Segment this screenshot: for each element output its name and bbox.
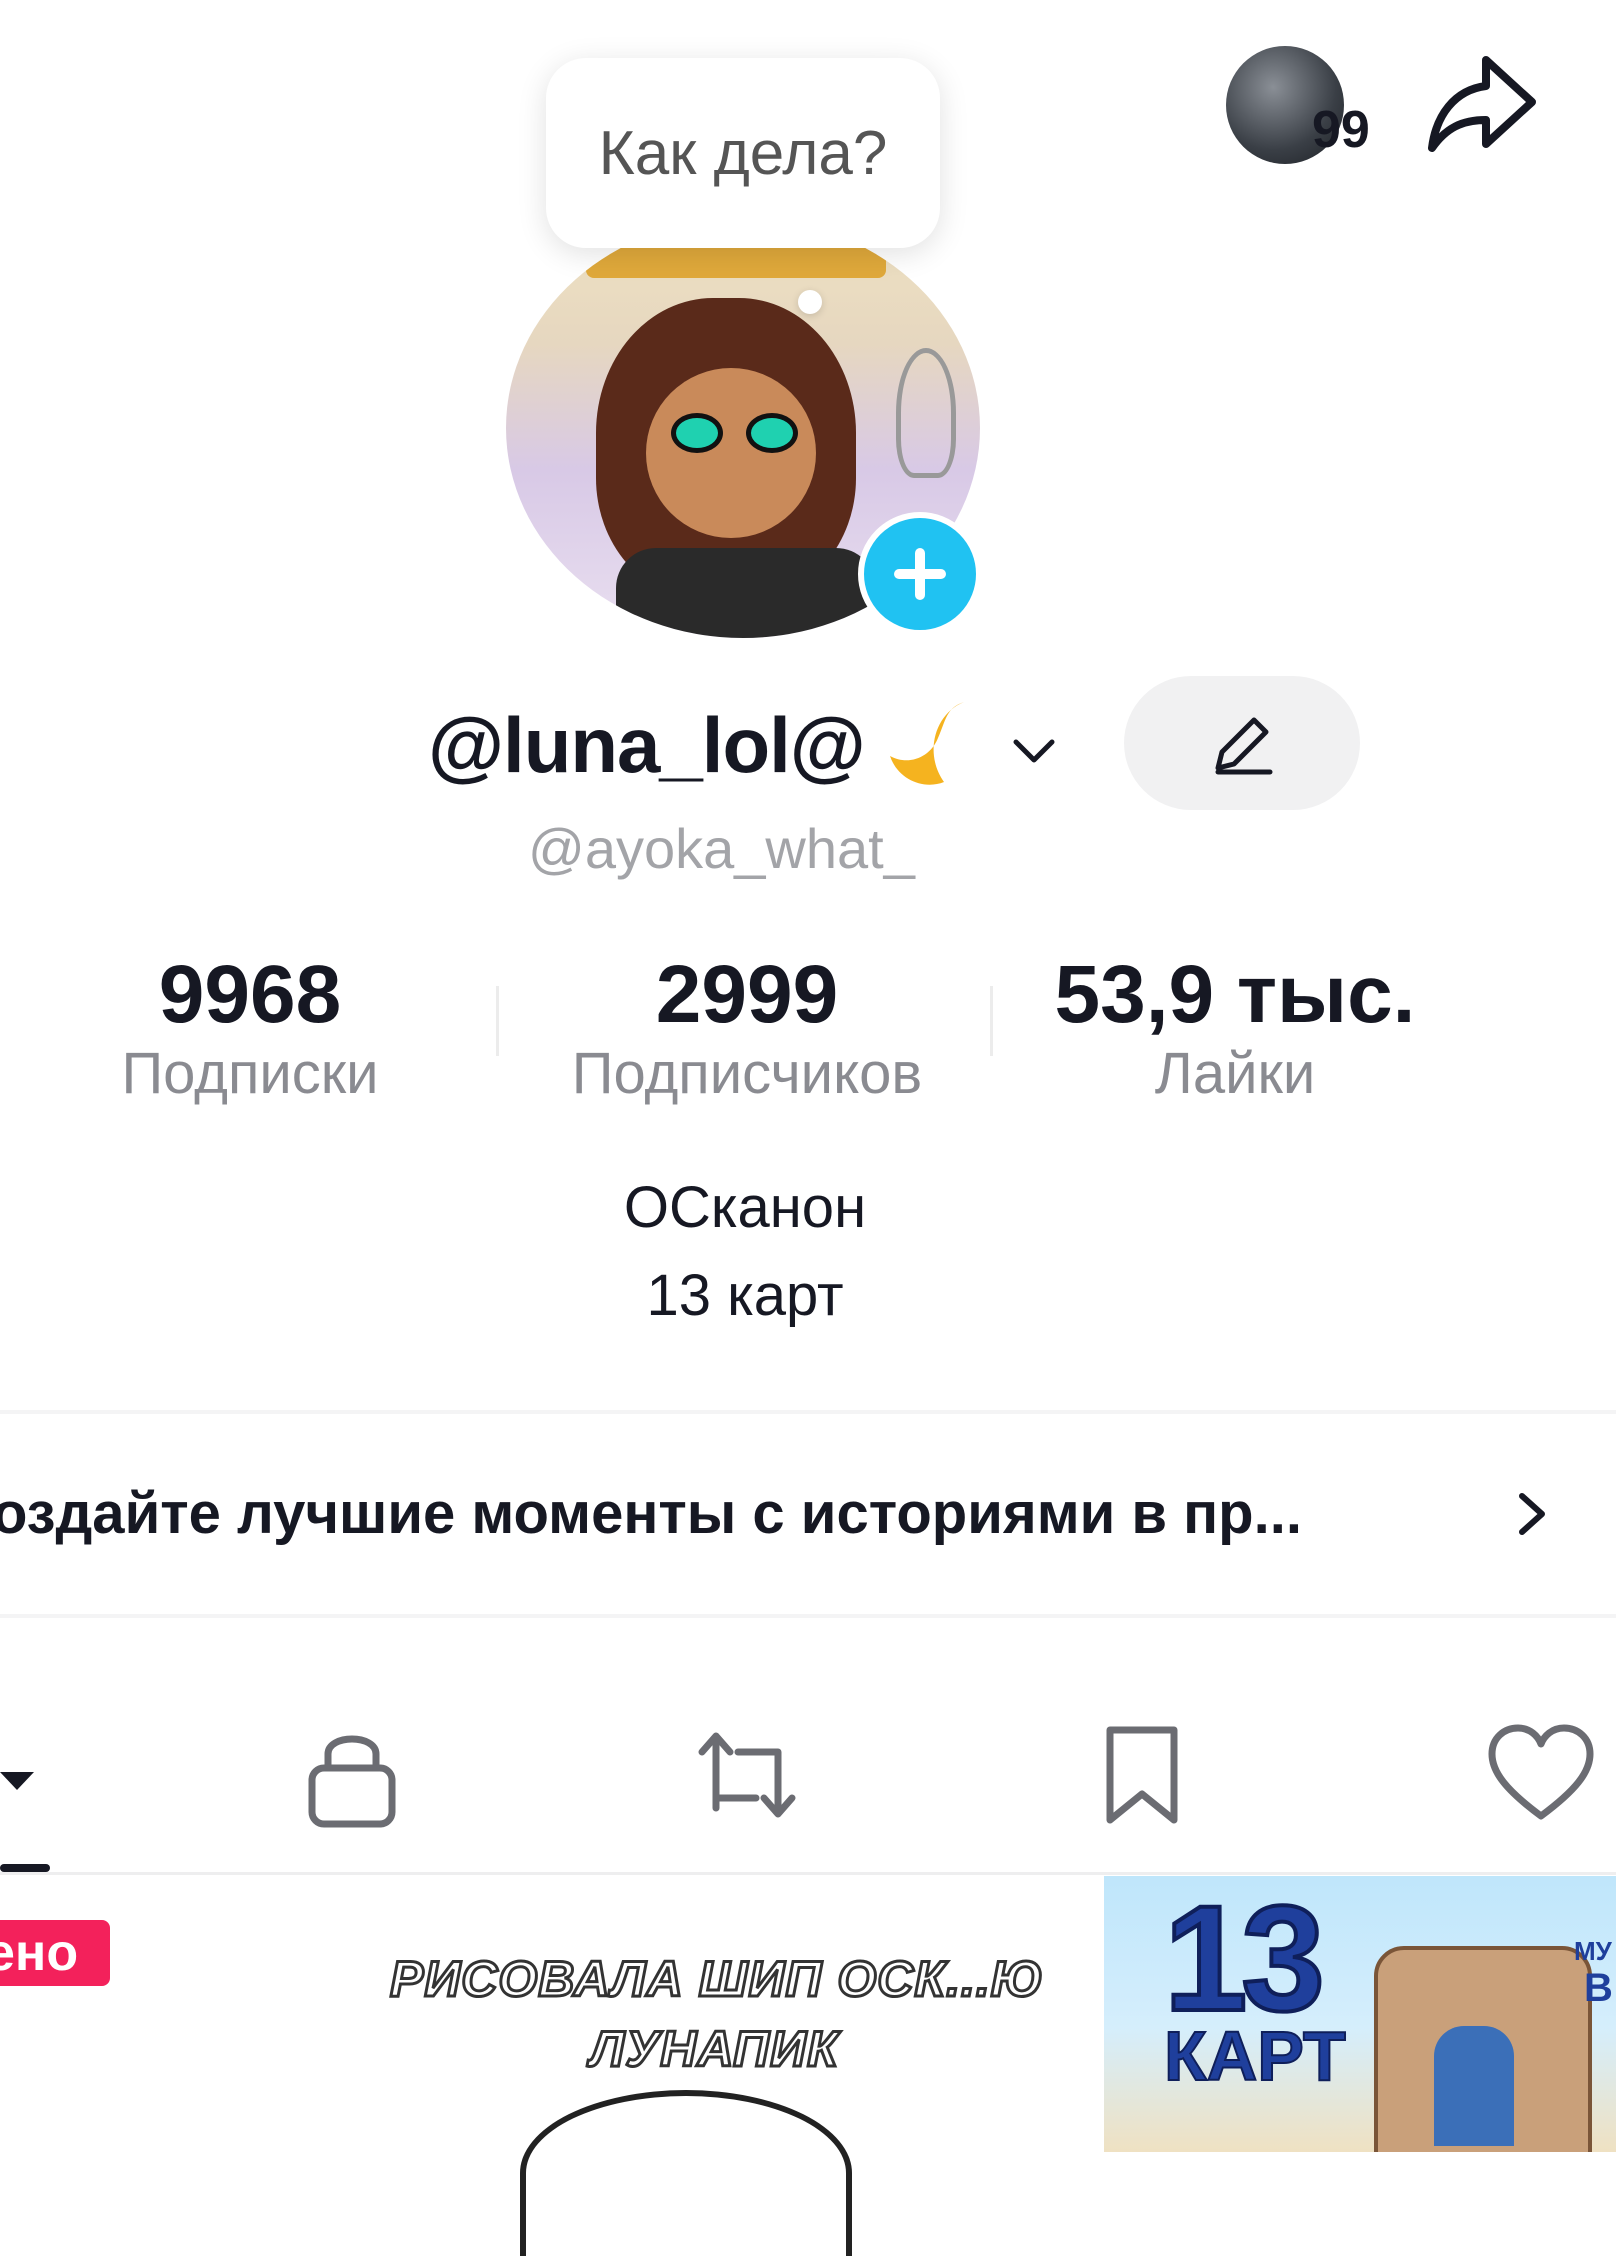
status-bubble-tail [798,290,822,314]
heart-icon[interactable] [1486,1720,1596,1830]
avatar-eye [746,413,798,453]
pinned-label: ено [0,1924,79,1982]
following-count[interactable]: 9968 [60,948,440,1042]
stat-divider [496,986,499,1056]
thumbnail-tag: В [1584,1966,1613,2010]
stat-divider [990,986,993,1056]
tabs-border [0,1872,1616,1875]
video-thumbnail[interactable]: 13 КАРТ МУ В [1104,1876,1616,2152]
bio-line: 13 карт [646,1263,844,1328]
thumbnail-figure [1434,2026,1514,2146]
likes-count[interactable]: 53,9 тыс. [1000,948,1470,1042]
friends-count: 99 [1312,101,1370,159]
video-title[interactable]: РИСОВАЛА ШИП ОСК...Ю [389,1950,1045,2009]
pencil-icon [1215,717,1273,775]
lock-icon[interactable] [302,1720,402,1830]
avatar-shirt [616,548,876,638]
chevron-down-icon[interactable] [1006,722,1062,778]
display-name[interactable]: @luna_lol@ [428,700,866,791]
video-title[interactable]: ЛУНАПИК [589,2020,840,2079]
pinned-badge: ено [0,1920,110,1986]
avatar-eye [671,413,723,453]
edit-profile-button[interactable] [1124,676,1360,810]
avatar-face [646,368,816,538]
video-thumbnail-sketch[interactable] [520,2090,852,2256]
followers-label[interactable]: Подписчиков [500,1040,994,1107]
stories-banner-text[interactable]: оздайте лучшие моменты с историями в пр.… [0,1480,1302,1547]
thumbnail-subtitle: КАРТ [1163,2016,1347,2096]
bio-line: ОСканон [623,1175,867,1240]
followers-count[interactable]: 2999 [500,948,994,1042]
tab-active-indicator [0,1864,50,1872]
tab-videos-caret-icon[interactable] [0,1766,40,1796]
thumbnail-tag: МУ [1574,1936,1612,1966]
repost-icon[interactable] [694,1720,800,1830]
crescent-moon-icon [890,702,964,785]
status-text: Как дела? [598,118,888,188]
status-bubble[interactable]: Как дела? [546,58,940,248]
add-avatar-button[interactable] [858,512,982,636]
likes-label[interactable]: Лайки [1000,1040,1470,1107]
whisk-icon [896,348,956,478]
plus-icon [894,548,946,600]
username: @ayoka_what_ [528,817,915,880]
chevron-right-icon[interactable] [1510,1484,1556,1544]
following-label[interactable]: Подписки [60,1040,440,1107]
share-icon[interactable] [1424,50,1540,160]
bookmark-icon[interactable] [1100,1720,1184,1830]
